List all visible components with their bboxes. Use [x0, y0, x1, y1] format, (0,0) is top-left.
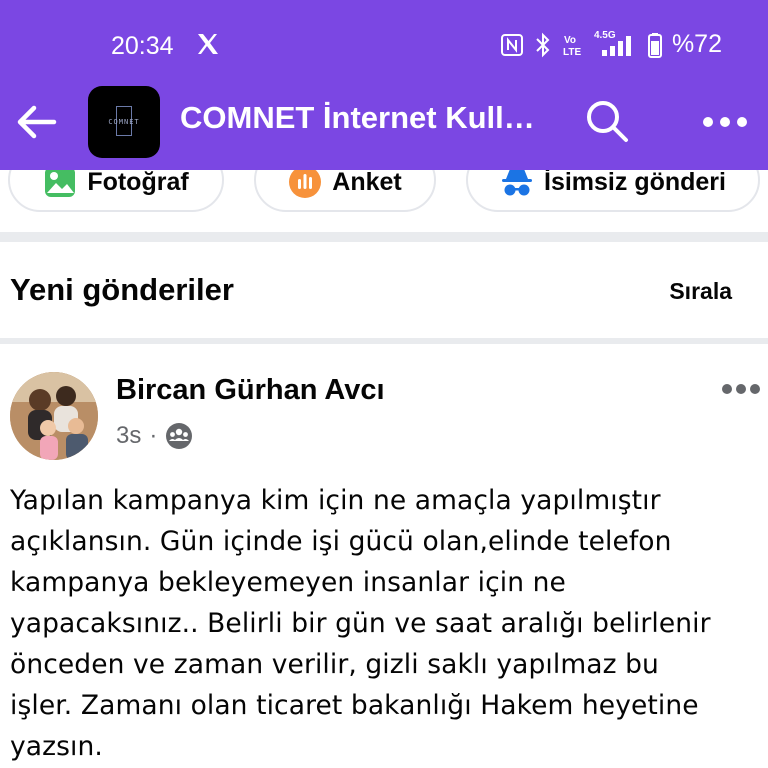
group-audience-icon: [166, 423, 193, 449]
back-arrow-icon[interactable]: [12, 98, 60, 146]
status-time: 20:34: [111, 32, 174, 60]
post-line: yapacaksınız.. Belirli bir gün ve saat a…: [10, 608, 711, 639]
group-header: COMNET COMNET İnternet Kull…: [0, 82, 768, 162]
nfc-icon: [500, 33, 523, 56]
anonymous-post-label: İsimsiz gönderi: [544, 167, 726, 196]
svg-text:LTE: LTE: [563, 47, 581, 58]
status-bar: 20:34 Vo LTE 4.5G %72: [0, 24, 768, 68]
search-icon[interactable]: [584, 98, 630, 144]
x-logo-icon: [198, 34, 218, 54]
battery-icon: [647, 32, 662, 58]
status-icons: Vo LTE 4.5G %72: [500, 30, 722, 59]
post-time[interactable]: 3s: [116, 422, 141, 450]
signal-icon: 4.5G: [594, 30, 638, 58]
battery-percentage: %72: [671, 30, 722, 58]
feed-title: Yeni gönderiler: [10, 272, 234, 307]
post-line: Yapılan kampanya kim için ne amaçla yapı…: [10, 485, 661, 516]
svg-text:Vo: Vo: [564, 35, 576, 46]
post-more-icon[interactable]: [720, 382, 762, 396]
post-line: işler. Zamanı olan ticaret bakanlığı Hak…: [10, 690, 699, 721]
top-app-bar: 20:34 Vo LTE 4.5G %72 COMNET COMNET İnte…: [0, 0, 768, 170]
post-line: kampanya bekleyemeyen insanlar için ne: [10, 567, 566, 598]
post-line: yazsın.: [10, 731, 103, 762]
post-line: açıklansın. Gün içinde işi gücü olan,eli…: [10, 526, 672, 557]
group-title[interactable]: COMNET İnternet Kull…: [180, 100, 535, 136]
author-avatar[interactable]: [10, 372, 98, 460]
poll-button-label: Anket: [332, 167, 402, 196]
meta-separator: ·: [149, 422, 158, 449]
anonymous-icon: [502, 169, 532, 196]
photo-button-label: Fotoğraf: [87, 167, 189, 196]
photo-icon: [45, 167, 76, 197]
post-card: Bircan Gürhan Avcı 3s · Yapılan kampanya…: [0, 344, 768, 768]
bluetooth-icon: [536, 32, 550, 57]
section-divider: [0, 232, 768, 242]
post-line: önceden ve zaman verilir, gizli saklı ya…: [10, 649, 659, 680]
group-logo-text: COMNET: [108, 118, 140, 126]
more-icon[interactable]: [700, 104, 750, 140]
author-name[interactable]: Bircan Gürhan Avcı: [116, 374, 385, 407]
poll-icon: [289, 166, 322, 198]
group-logo[interactable]: COMNET: [88, 86, 160, 158]
volte-icon: Vo LTE: [563, 35, 581, 58]
sort-button[interactable]: Sırala: [669, 278, 732, 305]
post-meta: 3s ·: [116, 422, 193, 450]
post-body: Yapılan kampanya kim için ne amaçla yapı…: [10, 480, 760, 767]
feed-header: Yeni gönderiler Sırala: [0, 242, 768, 340]
